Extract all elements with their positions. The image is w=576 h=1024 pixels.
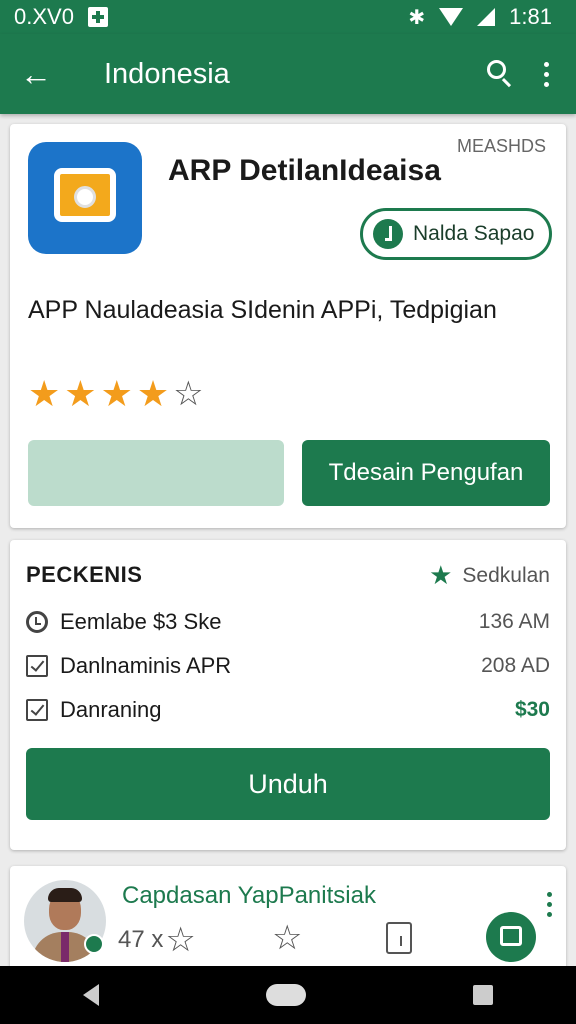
download-button[interactable]: Unduh [26,748,550,820]
more-options-icon[interactable] [547,892,552,917]
price-value: $30 [514,698,550,721]
nav-back-icon[interactable] [83,984,100,1006]
verified-badge-icon [84,934,104,954]
star-filled-icon: ★ [64,373,97,414]
pill-action-button[interactable]: Nalda Sapao [360,208,552,260]
document-icon[interactable] [386,922,412,954]
more-options-icon[interactable] [536,61,556,87]
status-time-left: 0.XV0 [14,4,74,29]
star-outline-icon[interactable]: ☆ [165,920,195,960]
section-favorite[interactable]: ★ Sedkulan [429,560,550,591]
detail-row: Eemlabe $3 Ske 136 AM [26,602,550,642]
developer-card: Capdasan YapPanitsiak 47 x ☆ ☆ [10,866,566,976]
nav-home-icon[interactable] [265,984,306,1006]
star-outline-icon[interactable]: ☆ [272,918,302,958]
app-bar: ← Indonesia [0,34,576,114]
save-fab-button[interactable] [486,912,536,962]
app-tag: MEASHDS [456,136,546,156]
star-filled-icon: ★ [100,373,133,414]
status-bar: 0.XV0 ✱ 1:81 [0,0,576,34]
star-filled-icon: ★ [28,373,61,414]
search-icon[interactable] [480,54,520,94]
developer-count: 47 x [118,926,164,953]
app-description: APP Nauladeasia SIdenin APPi, Tedpigian [28,296,497,324]
rating-stars: ★ ★ ★ ★ ☆ [28,373,204,414]
checkbox-icon[interactable] [26,655,48,677]
details-card: PECKENIS ★ Sedkulan Eemlabe $3 Ske 136 A… [10,540,566,850]
nav-recents-icon[interactable] [472,985,493,1005]
detail-value: 208 AD [481,654,550,677]
bluetooth-icon: ✱ [408,6,426,29]
pill-action-label: Nalda Sapao [413,222,535,245]
star-icon: ★ [429,560,453,590]
detail-row: Danlnaminis APR 208 AD [26,646,550,686]
star-empty-icon: ☆ [173,375,204,413]
clock-icon [26,611,48,633]
checkbox-icon[interactable] [26,699,48,721]
star-filled-icon: ★ [136,373,170,414]
system-nav-bar [0,966,576,1024]
detail-row: Danraning $30 [26,690,550,730]
detail-label: Danlnaminis APR [60,653,232,678]
signal-icon [477,8,496,26]
section-title: PECKENIS [26,562,143,587]
app-icon [28,142,142,254]
detail-label: Danraning [60,697,162,722]
app-name: ARP DetilanIdeaisa [168,154,441,187]
developer-meta: 47 x ☆ ☆ [118,919,302,960]
back-arrow-icon[interactable]: ← [20,56,70,93]
status-time-right: 1:81 [509,4,552,29]
check-circle-icon [373,219,403,249]
page-title: Indonesia [104,57,230,90]
notification-icon [87,7,108,27]
primary-action-button[interactable]: Tdesain Pengufan [302,440,550,506]
wifi-icon [439,8,464,26]
developer-name[interactable]: Capdasan YapPanitsiak [122,882,376,910]
section-right-label: Sedkulan [462,563,550,587]
detail-value: 136 AM [478,610,550,633]
app-header-card: ARP DetilanIdeaisa MEASHDS Nalda Sapao A… [10,124,566,528]
detail-label: Eemlabe $3 Ske [60,609,222,634]
secondary-button[interactable] [28,440,284,506]
